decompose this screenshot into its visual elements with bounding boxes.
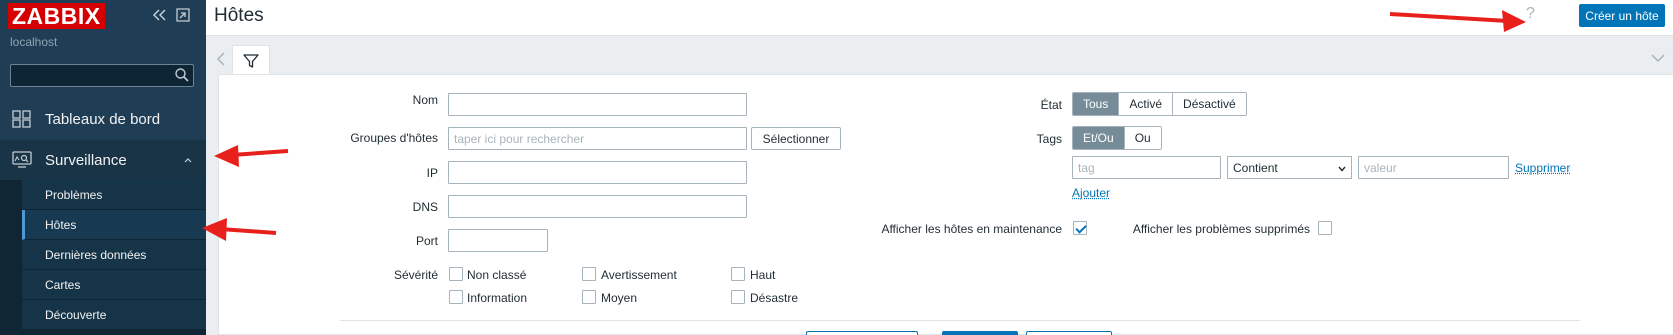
- submenu-label: Hôtes: [45, 217, 77, 232]
- collapse-sidebar-icon[interactable]: [151, 7, 167, 23]
- state-option-enabled[interactable]: Activé: [1119, 93, 1174, 115]
- annotation-arrow-monitoring: [214, 145, 289, 167]
- submenu-item-hosts[interactable]: Hôtes: [22, 210, 206, 240]
- add-tag-link[interactable]: Ajouter: [1072, 186, 1110, 200]
- apply-button[interactable]: [942, 331, 1018, 335]
- state-segmented-control: Tous Activé Désactivé: [1072, 92, 1247, 116]
- port-label: Port: [415, 234, 438, 248]
- chevron-down-icon[interactable]: [1651, 53, 1665, 63]
- create-host-button[interactable]: Créer un hôte: [1579, 4, 1665, 27]
- save-as-button[interactable]: [806, 331, 918, 335]
- annotation-arrow-help: [1389, 10, 1526, 32]
- tags-label: Tags: [1036, 132, 1062, 146]
- severity-not-classified-label: Non classé: [467, 268, 527, 282]
- show-suppressed-checkbox[interactable]: [1318, 221, 1332, 235]
- menu-label-dashboards: Tableaux de bord: [45, 110, 161, 128]
- host-groups-input[interactable]: [448, 127, 747, 150]
- submenu-label: Cartes: [45, 277, 81, 292]
- menu-item-dashboards[interactable]: Tableaux de bord: [0, 99, 206, 139]
- show-suppressed-label: Afficher les problèmes supprimés: [1132, 222, 1310, 236]
- menu-label-monitoring: Surveillance: [45, 151, 127, 169]
- dns-input[interactable]: [448, 195, 747, 218]
- submenu-label: Problèmes: [45, 187, 103, 202]
- reset-button[interactable]: [1026, 331, 1112, 335]
- severity-disaster-label: Désastre: [750, 291, 799, 305]
- ip-label: IP: [426, 166, 438, 180]
- tags-evaltype-control: Et/Ou Ou: [1072, 126, 1162, 150]
- severity-information-label: Information: [467, 291, 528, 305]
- page-title: Hôtes: [214, 5, 264, 26]
- submenu-item-latest-data[interactable]: Dernières données: [22, 240, 206, 270]
- tags-option-or[interactable]: Ou: [1124, 127, 1161, 149]
- tags-option-and-or[interactable]: Et/Ou: [1073, 127, 1125, 149]
- annotation-arrow-hosts: [202, 218, 277, 241]
- filter-tabs: [206, 44, 1673, 75]
- severity-label: Sévérité: [393, 268, 438, 282]
- submenu-label: Dernières données: [45, 247, 147, 262]
- severity-average-checkbox[interactable]: [582, 290, 596, 304]
- name-input[interactable]: [448, 93, 747, 116]
- severity-warning-label: Avertissement: [601, 268, 677, 282]
- state-label: État: [1040, 98, 1062, 112]
- severity-not-classified-checkbox[interactable]: [449, 267, 463, 281]
- show-maintenance-checkbox[interactable]: [1073, 221, 1087, 235]
- submenu-label: Découverte: [45, 307, 107, 322]
- tag-operator-value: Contient: [1233, 160, 1278, 175]
- filter-icon: [243, 53, 259, 68]
- state-option-disabled[interactable]: Désactivé: [1173, 93, 1246, 115]
- zabbix-logo[interactable]: ZABBIX: [8, 3, 105, 29]
- submenu-item-problems[interactable]: Problèmes: [22, 180, 206, 210]
- ip-input[interactable]: [448, 161, 747, 184]
- monitoring-icon: [12, 151, 32, 168]
- severity-high-label: Haut: [750, 268, 776, 282]
- filter-divider: [340, 320, 1580, 321]
- show-maintenance-label: Afficher les hôtes en maintenance: [881, 222, 1062, 236]
- severity-average-label: Moyen: [601, 291, 638, 305]
- server-name: localhost: [10, 35, 58, 49]
- severity-warning-checkbox[interactable]: [582, 267, 596, 281]
- host-groups-label: Groupes d'hôtes: [350, 131, 438, 145]
- chevron-down-icon: [1338, 166, 1346, 172]
- monitoring-submenu: Problèmes Hôtes Dernières données Cartes…: [0, 180, 206, 335]
- port-input[interactable]: [448, 229, 548, 252]
- chevron-left-icon[interactable]: [216, 52, 226, 66]
- remove-tag-link[interactable]: Supprimer: [1515, 161, 1570, 175]
- select-host-groups-button[interactable]: Sélectionner: [751, 127, 841, 150]
- severity-information-checkbox[interactable]: [449, 290, 463, 304]
- severity-high-checkbox[interactable]: [731, 267, 745, 281]
- sidebar-search-input[interactable]: [10, 64, 194, 87]
- dns-label: DNS: [412, 200, 438, 214]
- menu-item-monitoring[interactable]: Surveillance: [0, 140, 206, 180]
- dashboard-icon: [12, 110, 31, 128]
- name-label: Nom: [412, 93, 438, 107]
- tab-filter[interactable]: [232, 45, 270, 75]
- tag-operator-select[interactable]: Contient: [1227, 156, 1352, 179]
- tag-name-input[interactable]: [1072, 156, 1221, 179]
- tag-value-input[interactable]: [1358, 156, 1509, 179]
- sidebar: ZABBIX localhost Tableaux de bord Survei…: [0, 0, 206, 335]
- severity-disaster-checkbox[interactable]: [731, 290, 745, 304]
- submenu-item-discovery[interactable]: Découverte: [22, 300, 206, 330]
- search-icon[interactable]: [174, 67, 190, 83]
- state-option-all[interactable]: Tous: [1073, 93, 1120, 115]
- submenu-item-maps[interactable]: Cartes: [22, 270, 206, 300]
- kiosk-mode-icon[interactable]: [175, 7, 191, 23]
- chevron-up-icon: [184, 158, 192, 163]
